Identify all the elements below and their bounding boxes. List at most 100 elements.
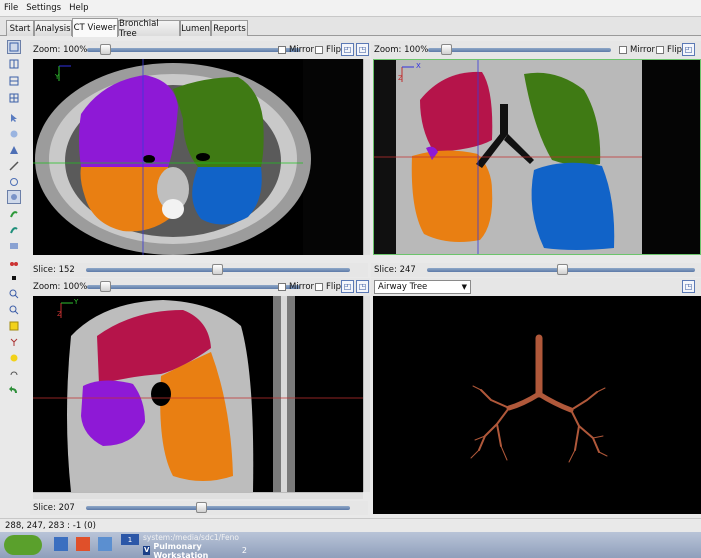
zoom-out-icon[interactable] bbox=[7, 303, 21, 317]
coronal-snapshot-icon[interactable]: ◰ bbox=[682, 43, 695, 56]
task-pulmonary-workstation[interactable]: V Pulmonary Workstation 2 bbox=[143, 541, 247, 558]
axial-flip[interactable]: Flip bbox=[315, 45, 341, 55]
image-icon[interactable] bbox=[7, 239, 21, 253]
tool-palette bbox=[5, 38, 23, 518]
sagittal-vscroll[interactable] bbox=[363, 296, 370, 492]
coronal-zoom-thumb[interactable] bbox=[441, 44, 452, 55]
pointer-icon[interactable] bbox=[7, 111, 21, 125]
desktop-number: 1 bbox=[127, 535, 133, 544]
airway-tree-render bbox=[373, 296, 701, 514]
axial-zoom-slider[interactable] bbox=[87, 48, 300, 52]
layout-three-icon[interactable] bbox=[7, 74, 21, 88]
tree-expand-icon[interactable]: ◳ bbox=[682, 280, 695, 293]
region-icon[interactable] bbox=[7, 175, 21, 189]
branch-icon[interactable] bbox=[7, 335, 21, 349]
sagittal-image: Y Z bbox=[33, 296, 363, 492]
axial-expand-icon[interactable]: ◳ bbox=[356, 43, 369, 56]
menu-settings[interactable]: Settings bbox=[26, 3, 61, 13]
rotate-icon[interactable] bbox=[7, 367, 21, 381]
coronal-flip-checkbox[interactable] bbox=[656, 45, 664, 54]
menu-file[interactable]: File bbox=[4, 3, 18, 13]
axial-zoom-label: Zoom: 100% bbox=[33, 45, 88, 55]
start-menu-icon[interactable] bbox=[4, 535, 42, 555]
layout-two-icon[interactable] bbox=[7, 57, 21, 71]
desktop-taskbar: 1 system:/media/sdc1/Feno V Pulmonary Wo… bbox=[0, 532, 701, 558]
axial-mirror-checkbox[interactable] bbox=[278, 45, 286, 54]
sagittal-slice-thumb[interactable] bbox=[196, 502, 207, 513]
zoom-in-icon[interactable] bbox=[7, 287, 21, 301]
coronal-flip[interactable]: Flip bbox=[656, 45, 682, 55]
axial-mirror-label: Mirror bbox=[289, 45, 315, 55]
tab-reports[interactable]: Reports bbox=[211, 20, 248, 36]
paint-teal-icon[interactable] bbox=[7, 223, 21, 237]
tree-view-select-value: Airway Tree bbox=[378, 282, 428, 292]
coronal-mirror-label: Mirror bbox=[630, 45, 656, 55]
sagittal-zoom-slider[interactable] bbox=[87, 285, 300, 289]
sagittal-mirror[interactable]: Mirror bbox=[278, 282, 314, 292]
sagittal-view[interactable]: Y Z bbox=[33, 296, 363, 492]
layout-four-icon[interactable] bbox=[7, 91, 21, 105]
axial-controls: Zoom: 100% Mirror Flip ◰ ◳ bbox=[30, 41, 370, 59]
menu-help[interactable]: Help bbox=[69, 3, 88, 13]
coronal-controls: Zoom: 100% Mirror Flip ◰ bbox=[371, 41, 701, 59]
coronal-slice-control: Slice: 247 bbox=[371, 263, 701, 277]
tab-start[interactable]: Start bbox=[6, 20, 34, 36]
sagittal-mirror-checkbox[interactable] bbox=[278, 282, 286, 291]
tab-ct-viewer[interactable]: CT Viewer bbox=[72, 18, 118, 37]
axial-flip-checkbox[interactable] bbox=[315, 45, 323, 54]
paint-green-icon[interactable] bbox=[7, 207, 21, 221]
pan-icon[interactable] bbox=[7, 127, 21, 141]
sagittal-flip[interactable]: Flip bbox=[315, 282, 341, 292]
coronal-zoom-slider[interactable] bbox=[428, 48, 611, 52]
sagittal-controls: Zoom: 100% Mirror Flip ◰ ◳ bbox=[30, 278, 370, 296]
task-count: 2 bbox=[241, 546, 247, 555]
coronal-zoom-label: Zoom: 100% bbox=[374, 45, 429, 55]
sagittal-flip-checkbox[interactable] bbox=[315, 282, 323, 291]
axial-flip-label: Flip bbox=[326, 45, 342, 55]
sagittal-slice-control: Slice: 207 bbox=[30, 501, 368, 515]
note-icon[interactable] bbox=[7, 319, 21, 333]
axial-mirror[interactable]: Mirror bbox=[278, 45, 314, 55]
home-icon[interactable] bbox=[76, 537, 90, 551]
sagittal-slice-label: Slice: 207 bbox=[33, 503, 75, 513]
sagittal-snapshot-icon[interactable]: ◰ bbox=[341, 280, 354, 293]
coronal-axis-x: X bbox=[416, 62, 421, 70]
task-title: Pulmonary Workstation bbox=[153, 541, 209, 558]
coronal-flip-label: Flip bbox=[667, 45, 683, 55]
tree-view-select[interactable]: Airway Tree ▼ bbox=[374, 280, 471, 294]
status-bar: 288, 247, 283 : -1 (0) bbox=[0, 518, 701, 532]
seed-tool-icon[interactable] bbox=[7, 190, 21, 204]
coronal-slice-label: Slice: 247 bbox=[374, 265, 416, 275]
window-level-icon[interactable] bbox=[7, 143, 21, 157]
launcher-icon[interactable] bbox=[54, 537, 68, 551]
tab-analysis[interactable]: Analysis bbox=[34, 20, 72, 36]
sagittal-hscroll[interactable] bbox=[33, 492, 363, 499]
menu-bar: File Settings Help bbox=[0, 0, 701, 17]
tab-lumen[interactable]: Lumen bbox=[180, 20, 211, 36]
tree-controls: Airway Tree ▼ ◳ bbox=[371, 278, 701, 296]
lasso-icon[interactable] bbox=[7, 351, 21, 365]
point-icon[interactable] bbox=[7, 271, 21, 285]
measure-icon[interactable] bbox=[7, 159, 21, 173]
single-view-icon[interactable] bbox=[7, 40, 21, 54]
sagittal-expand-icon[interactable]: ◳ bbox=[356, 280, 369, 293]
desktop-pager[interactable]: 1 bbox=[121, 534, 139, 545]
axial-slice-thumb[interactable] bbox=[212, 264, 223, 275]
axial-zoom-thumb[interactable] bbox=[100, 44, 111, 55]
coronal-mirror-checkbox[interactable] bbox=[619, 45, 627, 54]
airway-tree-view[interactable] bbox=[373, 296, 701, 514]
undo-icon[interactable] bbox=[7, 383, 21, 397]
coronal-slice-thumb[interactable] bbox=[557, 264, 568, 275]
tab-bronchial-tree[interactable]: Bronchial Tree bbox=[118, 19, 180, 39]
axial-view[interactable]: Y bbox=[33, 59, 363, 255]
coronal-view[interactable]: X Z bbox=[373, 59, 701, 255]
axial-vscroll[interactable] bbox=[363, 59, 370, 255]
sagittal-flip-label: Flip bbox=[326, 282, 342, 292]
sagittal-slice-slider[interactable] bbox=[86, 506, 350, 510]
axial-slice-control: Slice: 152 bbox=[30, 263, 368, 277]
coronal-mirror[interactable]: Mirror bbox=[619, 45, 655, 55]
scissors-icon[interactable] bbox=[7, 255, 21, 269]
sagittal-zoom-thumb[interactable] bbox=[100, 281, 111, 292]
axial-snapshot-icon[interactable]: ◰ bbox=[341, 43, 354, 56]
network-icon[interactable] bbox=[98, 537, 112, 551]
